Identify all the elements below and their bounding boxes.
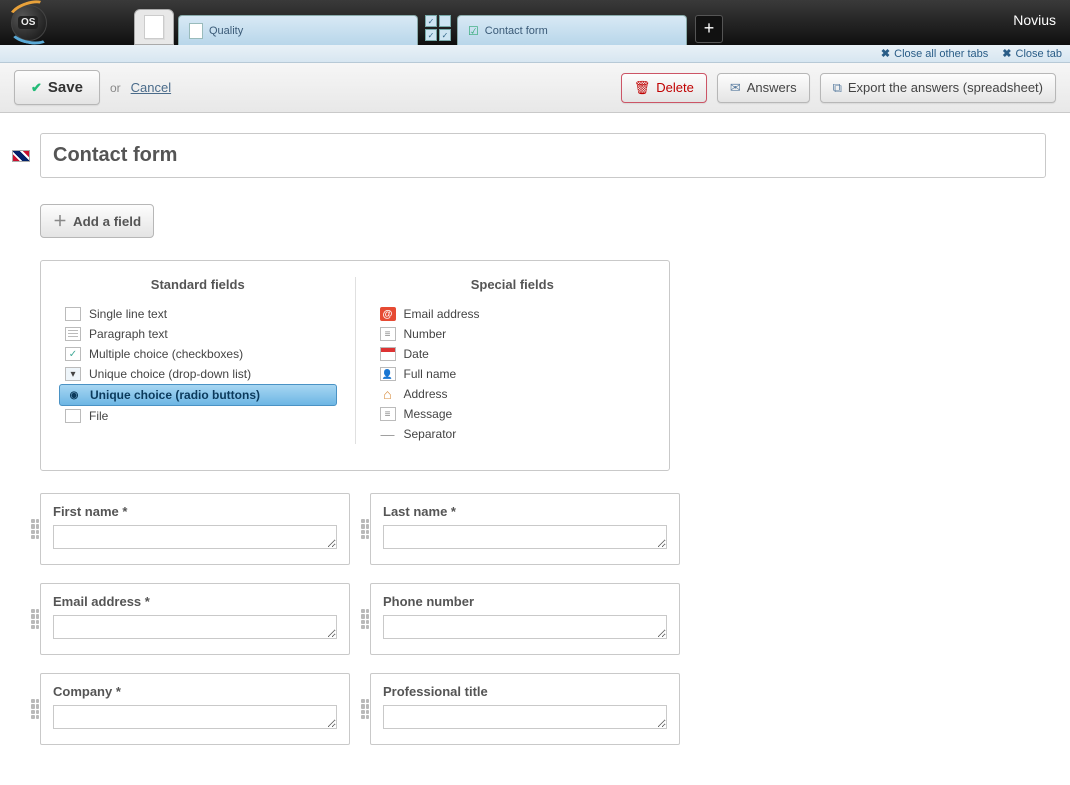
standard-fields-heading: Standard fields (59, 277, 337, 292)
close-all-tabs-link[interactable]: ✖Close all other tabs (881, 47, 988, 60)
field-type-single-line[interactable]: Single line text (59, 304, 337, 324)
special-fields-heading: Special fields (374, 277, 652, 292)
field-type-checkboxes[interactable]: ✓ Multiple choice (checkboxes) (59, 344, 337, 364)
field-type-file[interactable]: File (59, 406, 337, 426)
form-field-email[interactable]: Email address * (40, 583, 350, 655)
page-icon (144, 15, 164, 39)
field-input[interactable] (53, 705, 337, 729)
number-icon (380, 327, 396, 341)
add-tab-button[interactable]: + (695, 15, 723, 43)
plus-icon: ＋ (53, 211, 67, 231)
field-input[interactable] (383, 615, 667, 639)
action-bar: ✔ Save or Cancel 🗑 Delete ✉ Answers ⧉ Ex… (0, 63, 1070, 113)
tab-label: Quality (209, 25, 243, 37)
field-label: Professional title (383, 684, 667, 699)
cancel-link[interactable]: Cancel (131, 80, 171, 95)
apps-tab[interactable]: ✓✓✓ (425, 15, 451, 41)
field-input[interactable] (53, 525, 337, 549)
person-icon (380, 367, 396, 381)
or-label: or (110, 81, 121, 95)
field-type-fullname[interactable]: Full name (374, 364, 652, 384)
main-content: ＋ Add a field Standard fields Single lin… (0, 113, 1070, 785)
drag-handle-icon[interactable] (361, 519, 369, 539)
field-input[interactable] (383, 705, 667, 729)
check-icon: ☑ (468, 24, 479, 38)
house-icon (380, 387, 396, 401)
tab-label: Contact form (485, 25, 548, 37)
brand-label: Novius (1013, 12, 1056, 28)
form-fields-grid: First name * Last name * Email address *… (40, 493, 680, 745)
page-icon (189, 23, 203, 39)
calendar-icon (380, 347, 396, 361)
dropdown-icon: ▾ (65, 367, 81, 381)
trash-icon: 🗑 (634, 80, 651, 96)
field-type-number[interactable]: Number (374, 324, 652, 344)
text-icon (65, 307, 81, 321)
file-icon (65, 409, 81, 423)
home-tab[interactable] (134, 9, 174, 45)
save-button[interactable]: ✔ Save (14, 70, 100, 105)
top-bar: Quality ✓✓✓ ☑ Contact form + Novius (0, 0, 1070, 45)
check-icon: ✔ (31, 80, 42, 96)
uk-flag-icon (12, 150, 30, 162)
paragraph-icon (65, 327, 81, 341)
close-tab-link[interactable]: ✖Close tab (1002, 47, 1062, 60)
email-icon (380, 307, 396, 321)
drag-handle-icon[interactable] (31, 519, 39, 539)
field-type-dropdown[interactable]: ▾ Unique choice (drop-down list) (59, 364, 337, 384)
delete-button[interactable]: 🗑 Delete (621, 73, 707, 103)
app-logo[interactable] (4, 0, 54, 45)
field-label: Company * (53, 684, 337, 699)
drag-handle-icon[interactable] (361, 609, 369, 629)
field-input[interactable] (383, 525, 667, 549)
field-input[interactable] (53, 615, 337, 639)
form-title-input[interactable] (40, 133, 1046, 178)
export-button[interactable]: ⧉ Export the answers (spreadsheet) (820, 73, 1056, 103)
checkbox-icon: ✓ (65, 347, 81, 361)
form-field-first-name[interactable]: First name * (40, 493, 350, 565)
form-field-company[interactable]: Company * (40, 673, 350, 745)
drag-handle-icon[interactable] (31, 699, 39, 719)
form-field-last-name[interactable]: Last name * (370, 493, 680, 565)
form-field-pro-title[interactable]: Professional title (370, 673, 680, 745)
answers-button[interactable]: ✉ Answers (717, 73, 810, 103)
field-type-radio[interactable]: Unique choice (radio buttons) (59, 384, 337, 406)
field-type-email[interactable]: Email address (374, 304, 652, 324)
message-icon (380, 407, 396, 421)
drag-handle-icon[interactable] (31, 609, 39, 629)
tab-quality[interactable]: Quality (178, 15, 418, 45)
field-palette: Standard fields Single line text Paragra… (40, 260, 670, 471)
tab-contact-form[interactable]: ☑ Contact form (457, 15, 687, 45)
field-type-paragraph[interactable]: Paragraph text (59, 324, 337, 344)
field-label: Last name * (383, 504, 667, 519)
close-tabs-bar: ✖Close all other tabs ✖Close tab (0, 45, 1070, 63)
form-field-phone[interactable]: Phone number (370, 583, 680, 655)
separator-icon (380, 427, 396, 441)
field-label: Phone number (383, 594, 667, 609)
mail-icon: ✉ (730, 80, 741, 96)
drag-handle-icon[interactable] (361, 699, 369, 719)
field-type-address[interactable]: Address (374, 384, 652, 404)
field-type-date[interactable]: Date (374, 344, 652, 364)
field-type-separator[interactable]: Separator (374, 424, 652, 444)
field-type-message[interactable]: Message (374, 404, 652, 424)
export-icon: ⧉ (833, 80, 842, 96)
add-field-button[interactable]: ＋ Add a field (40, 204, 154, 238)
field-label: First name * (53, 504, 337, 519)
field-label: Email address * (53, 594, 337, 609)
radio-icon (66, 388, 82, 402)
